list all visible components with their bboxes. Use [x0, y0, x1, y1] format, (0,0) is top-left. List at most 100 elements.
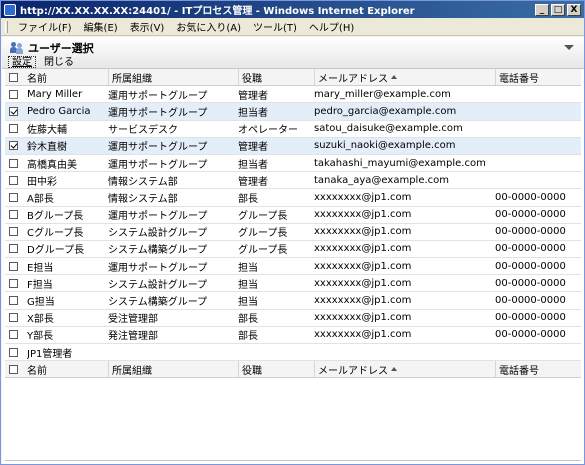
table-row[interactable]: X部長 受注管理部 部長 xxxxxxxx@jp1.com 00-0000-0000 [5, 310, 581, 327]
table-row[interactable]: 鈴木直樹 運用サポートグループ 管理者 suzuki_naoki@example.co… [5, 137, 581, 155]
column-header-role[interactable]: 役職 [238, 69, 313, 86]
menu-help[interactable]: ヘルプ(H) [303, 19, 360, 34]
table-row[interactable]: F担当 システム設計グループ 担当 xxxxxxxx@jp1.com 00-0000-0… [5, 275, 581, 293]
cell-mail: xxxxxxxx@jp1.com [314, 243, 412, 255]
row-checkbox[interactable] [9, 124, 18, 134]
window-title: http://XX.XX.XX.XX:24401/ - ITプロセス管理 - W… [20, 6, 415, 17]
cell-role: 管理者 [238, 90, 268, 102]
cell-name: X部長 [27, 314, 54, 326]
maximize-button[interactable]: □ [551, 3, 565, 16]
row-checkbox[interactable] [9, 141, 18, 151]
sort-ascending-icon [391, 75, 397, 80]
cell-org: 運用サポートグループ [108, 159, 208, 171]
cell-name: Pedro Garcia [27, 105, 91, 117]
cell-name: Bグループ長 [27, 211, 84, 223]
menu-edit[interactable]: 編集(E) [78, 19, 124, 34]
footer-column-name[interactable]: 名前 [27, 361, 105, 377]
table-row[interactable]: G担当 システム構築グループ 担当 xxxxxxxx@jp1.com 00-0000-0… [5, 292, 581, 310]
row-checkbox[interactable] [9, 175, 18, 185]
row-checkbox[interactable] [9, 330, 18, 340]
users-icon [10, 42, 24, 54]
footer-select-all-checkbox[interactable] [9, 364, 18, 374]
footer-column-tel[interactable]: 電話番号 [495, 361, 579, 378]
cell-org: 運用サポートグループ [108, 107, 208, 119]
cell-name: Mary Miller [27, 88, 83, 100]
cell-name: Y部長 [27, 331, 54, 343]
footer-column-mail[interactable]: メールアドレス [314, 361, 494, 378]
table-row[interactable]: E担当 運用サポートグループ 担当 xxxxxxxx@jp1.com 00-0000-0… [5, 258, 581, 276]
footer-column-role[interactable]: 役職 [238, 361, 313, 378]
browser-window: http://XX.XX.XX.XX:24401/ - ITプロセス管理 - W… [0, 0, 585, 465]
cell-name: 鈴木直樹 [27, 142, 67, 154]
select-all-checkbox[interactable] [9, 72, 18, 82]
table-row[interactable]: Mary Miller 運用サポートグループ 管理者 mary_miller@exam… [5, 86, 581, 104]
cell-role: 部長 [238, 193, 258, 205]
row-checkbox-cell [9, 327, 23, 343]
table-body: Mary Miller 運用サポートグループ 管理者 mary_miller@exam… [5, 86, 581, 362]
cell-role [238, 344, 313, 360]
cell-mail: tanaka_aya@example.com [314, 174, 450, 186]
ie-icon [4, 3, 16, 16]
cell-tel: 00-0000-0000 [495, 209, 566, 221]
cell-tel: 00-0000-0000 [495, 191, 566, 203]
cell-role: 部長 [238, 331, 258, 343]
row-checkbox-cell [9, 275, 23, 291]
cell-mail: suzuki_naoki@example.com [314, 140, 456, 152]
row-checkbox[interactable] [9, 210, 18, 220]
table-row[interactable]: 田中彩 情報システム部 管理者 tanaka_aya@example.com [5, 172, 581, 190]
cell-tel: 00-0000-0000 [495, 295, 566, 307]
close-button[interactable]: 閉じる [40, 56, 78, 68]
menu-tools[interactable]: ツール(T) [247, 19, 303, 34]
row-checkbox[interactable] [9, 106, 18, 116]
minimize-button[interactable]: _ [535, 3, 549, 16]
panel-title: ユーザー選択 [10, 40, 94, 56]
column-header-mail[interactable]: メールアドレス [314, 69, 494, 86]
table-row[interactable]: 高橋真由美 運用サポートグループ 担当者 takahashi_mayumi@examp… [5, 155, 581, 173]
table-row[interactable]: Y部長 発注管理部 部長 xxxxxxxx@jp1.com 00-0000-0000 [5, 327, 581, 344]
menu-file[interactable]: ファイル(F) [12, 19, 78, 34]
menu-view[interactable]: 表示(V) [124, 19, 171, 34]
column-header-tel[interactable]: 電話番号 [495, 69, 579, 86]
panel-toolbar: 設定 閉じる [8, 56, 78, 68]
cell-role: グループ長 [238, 211, 288, 223]
row-checkbox[interactable] [9, 158, 18, 168]
cell-mail: xxxxxxxx@jp1.com [314, 226, 412, 238]
row-checkbox[interactable] [9, 347, 18, 357]
column-header-name[interactable]: 名前 [27, 69, 105, 85]
table-row[interactable]: JP1管理者 [5, 344, 581, 362]
menu-bar: ファイル(F) 編集(E) 表示(V) お気に入り(A) ツール(T) ヘルプ(… [1, 18, 584, 36]
cell-tel [495, 155, 579, 171]
row-checkbox[interactable] [9, 313, 18, 323]
cell-mail: satou_daisuke@example.com [314, 123, 463, 135]
collapse-icon[interactable] [564, 45, 574, 50]
row-checkbox[interactable] [9, 296, 18, 306]
cell-mail: xxxxxxxx@jp1.com [314, 329, 412, 341]
row-checkbox[interactable] [9, 89, 18, 99]
table-row[interactable]: Pedro Garcia 運用サポートグループ 担当者 pedro_garcia@ex… [5, 103, 581, 121]
cell-name: Dグループ長 [27, 245, 85, 257]
row-checkbox[interactable] [9, 261, 18, 271]
table-row[interactable]: A部長 情報システム部 部長 xxxxxxxx@jp1.com 00-0000-0000 [5, 189, 581, 207]
footer-column-org[interactable]: 所属組織 [108, 361, 236, 378]
cell-org: 発注管理部 [108, 331, 158, 343]
cell-tel [495, 138, 579, 154]
cell-role: グループ長 [238, 228, 288, 240]
row-checkbox[interactable] [9, 278, 18, 288]
close-window-button[interactable]: X [567, 3, 581, 16]
row-checkbox[interactable] [9, 227, 18, 237]
cell-role: 担当 [238, 262, 258, 274]
table-row[interactable]: Dグループ長 システム構築グループ グループ長 xxxxxxxx@jp1.com 00-… [5, 241, 581, 259]
row-checkbox-cell [9, 121, 23, 137]
column-header-org[interactable]: 所属組織 [108, 69, 236, 86]
cell-mail: xxxxxxxx@jp1.com [314, 191, 412, 203]
settings-button[interactable]: 設定 [8, 56, 36, 68]
footer-sort-ascending-icon [391, 367, 397, 372]
menu-favorites[interactable]: お気に入り(A) [170, 19, 247, 34]
table-row[interactable]: Cグループ長 システム設計グループ グループ長 xxxxxxxx@jp1.com 00-… [5, 224, 581, 241]
cell-org: システム設計グループ [108, 228, 208, 240]
row-checkbox[interactable] [9, 192, 18, 202]
table-row[interactable]: 佐藤大輔 サービスデスク オペレーター satou_daisuke@example.c… [5, 121, 581, 138]
row-checkbox[interactable] [9, 244, 18, 254]
table-row[interactable]: Bグループ長 運用サポートグループ グループ長 xxxxxxxx@jp1.com 00-… [5, 207, 581, 224]
panel-header: ユーザー選択 設定 閉じる [2, 37, 584, 69]
